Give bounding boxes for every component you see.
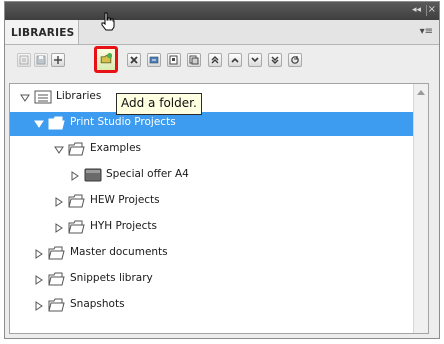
properties-icon xyxy=(19,55,29,65)
folder-icon xyxy=(48,116,65,130)
double-chevron-down-icon xyxy=(271,56,279,64)
delete-icon xyxy=(130,56,138,64)
tree-item[interactable]: Snapshots xyxy=(10,294,414,318)
panel-titlebar: ◂◂ × xyxy=(5,2,439,20)
tree-item[interactable]: Snippets library xyxy=(10,268,414,292)
scroll-up-arrow-icon[interactable] xyxy=(417,90,425,95)
move-down-button[interactable] xyxy=(248,53,262,67)
save-button[interactable] xyxy=(34,53,48,67)
collapsed-triangle-icon[interactable] xyxy=(54,223,64,233)
expanded-triangle-icon[interactable] xyxy=(20,93,30,103)
plus-icon xyxy=(54,56,62,64)
properties-button[interactable] xyxy=(17,53,31,67)
collapsed-triangle-icon[interactable] xyxy=(34,301,44,311)
document-icon xyxy=(84,168,102,182)
tree-item[interactable]: Special offer A4 xyxy=(10,164,414,188)
delete-button[interactable] xyxy=(127,53,141,67)
close-panel-icon[interactable]: × xyxy=(428,4,436,15)
tree-item[interactable]: Print Studio Projects xyxy=(10,112,414,136)
collapsed-triangle-icon[interactable] xyxy=(70,171,80,181)
import-button[interactable] xyxy=(147,53,161,67)
tree-item-label: Snapshots xyxy=(70,298,125,310)
tree-item-label: Libraries xyxy=(56,90,102,102)
expanded-triangle-icon[interactable] xyxy=(54,145,64,155)
tree-item[interactable]: Examples xyxy=(10,138,414,162)
tree-item-label: Snippets library xyxy=(70,272,153,284)
tree-item-label: Print Studio Projects xyxy=(70,116,176,128)
refresh-button[interactable] xyxy=(288,53,302,67)
tree-item[interactable]: Master documents xyxy=(10,242,414,266)
double-chevron-up-icon xyxy=(211,56,219,64)
tree-item-label: Master documents xyxy=(70,246,168,258)
move-up-button[interactable] xyxy=(228,53,242,67)
panel-tabbar: LIBRARIES ▾≡ xyxy=(5,20,439,45)
tree-item-label: Examples xyxy=(90,142,142,154)
tree-item-label: HYH Projects xyxy=(90,220,157,232)
chevron-up-icon xyxy=(231,57,239,63)
export-icon xyxy=(169,55,178,65)
save-icon xyxy=(36,55,46,65)
add-library-button[interactable] xyxy=(51,53,65,67)
collapsed-triangle-icon[interactable] xyxy=(54,197,64,207)
chevron-down-icon xyxy=(251,57,259,63)
library-root-icon xyxy=(34,90,52,104)
collapse-panel-icon[interactable]: ◂◂ xyxy=(412,5,421,15)
tooltip: Add a folder. xyxy=(116,93,202,115)
folder-icon xyxy=(48,298,65,312)
folder-icon xyxy=(48,246,65,260)
tree-item[interactable]: HEW Projects xyxy=(10,190,414,214)
collapsed-triangle-icon[interactable] xyxy=(34,275,44,285)
add-folder-button[interactable] xyxy=(94,46,118,73)
copy-icon xyxy=(189,55,199,65)
folder-icon xyxy=(68,194,85,208)
tab-libraries[interactable]: LIBRARIES xyxy=(5,20,79,44)
tree-item-label: Special offer A4 xyxy=(106,168,189,180)
hand-cursor-icon xyxy=(101,12,115,31)
export-button[interactable] xyxy=(167,53,181,67)
refresh-icon xyxy=(291,56,299,64)
folder-icon xyxy=(68,220,85,234)
tree-item-label: HEW Projects xyxy=(90,194,160,206)
panel-menu-icon[interactable]: ▾≡ xyxy=(420,26,433,37)
move-top-button[interactable] xyxy=(208,53,222,67)
library-toolbar xyxy=(5,45,439,79)
tree-item[interactable]: HYH Projects xyxy=(10,216,414,240)
collapsed-triangle-icon[interactable] xyxy=(34,249,44,259)
import-icon xyxy=(149,56,159,64)
library-tree: Libraries Print Studio Projects Examples Sp… xyxy=(9,83,429,334)
folder-icon xyxy=(48,272,65,286)
tree-item[interactable]: Libraries xyxy=(10,86,414,110)
folder-icon xyxy=(68,142,85,156)
move-bottom-button[interactable] xyxy=(268,53,282,67)
expanded-triangle-icon[interactable] xyxy=(34,119,44,129)
tree-scrollbar[interactable] xyxy=(413,84,428,333)
add-folder-icon xyxy=(100,52,112,64)
copy-button[interactable] xyxy=(187,53,201,67)
